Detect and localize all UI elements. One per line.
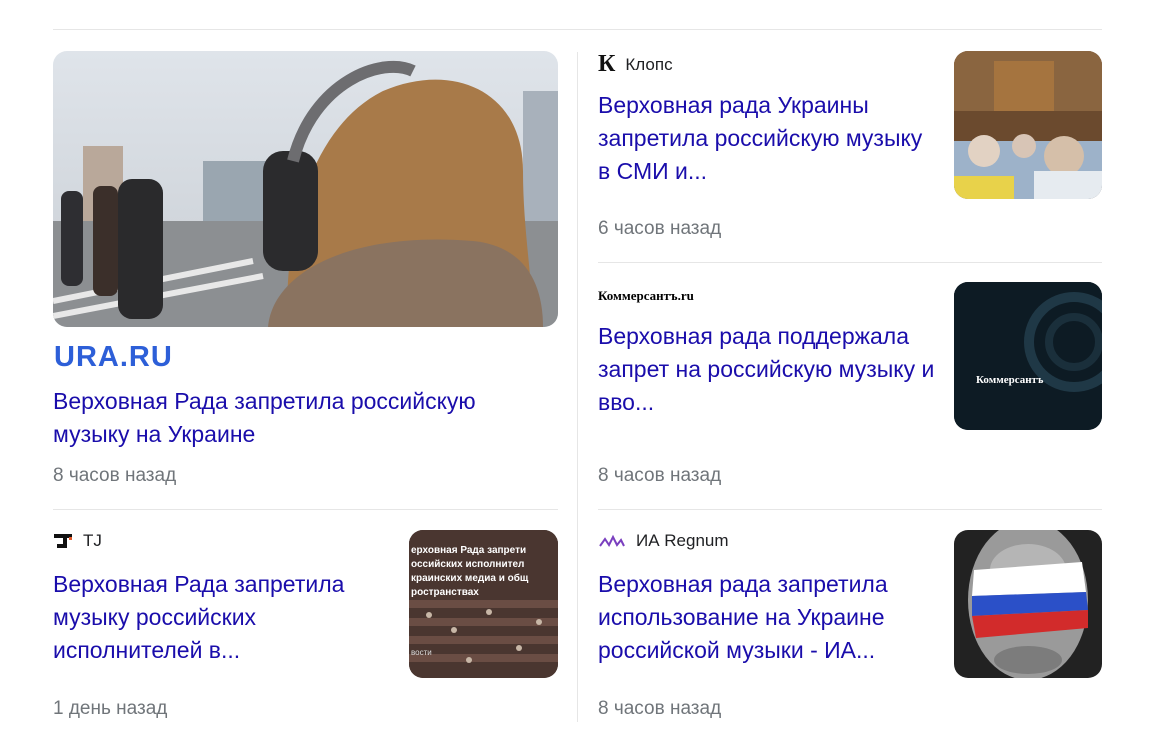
klops-logo-icon: К (598, 51, 616, 77)
tj-thumb-footer: вости (411, 648, 432, 657)
ura-headline-link[interactable]: Верховная Рада запретила российскую музы… (53, 385, 553, 451)
source-tj[interactable]: TJ (53, 531, 102, 551)
tj-timestamp: 1 день назад (53, 698, 168, 719)
column-divider (577, 52, 578, 722)
kommersant-logo-text: Коммерсантъ.ru (598, 288, 694, 303)
source-kommersant[interactable]: Коммерсантъ.ru (598, 288, 694, 304)
ura-timestamp: 8 часов назад (53, 465, 177, 486)
tj-thumb-caption: ерховная Рада запрети оссийских исполнит… (411, 544, 528, 600)
klops-thumbnail[interactable] (954, 51, 1102, 199)
tj-thumb-line: ерховная Рада запрети (411, 545, 527, 556)
tj-thumbnail[interactable]: ерховная Рада запрети оссийских исполнит… (409, 530, 558, 678)
source-name: ИА Regnum (636, 531, 729, 550)
kommersant-headline-link[interactable]: Верховная рада поддержала запрет на росс… (598, 320, 938, 419)
kommersant-thumb-text: Коммерсантъ (976, 374, 1044, 386)
tj-thumb-line: ространствах (411, 587, 479, 598)
row-divider-right-1 (598, 262, 1102, 263)
source-klops[interactable]: К Клопс (598, 51, 673, 78)
tj-thumb-line: краинских медиа и общ (411, 573, 529, 584)
klops-headline-link[interactable]: Верховная рада Украины запретила российс… (598, 89, 928, 188)
regnum-logo-icon (598, 531, 626, 551)
regnum-timestamp: 8 часов назад (598, 698, 722, 719)
klops-timestamp: 6 часов назад (598, 218, 722, 239)
tj-headline-link[interactable]: Верховная Рада запретила музыку российск… (53, 568, 393, 667)
row-divider-left (53, 509, 558, 510)
source-name: TJ (83, 531, 102, 550)
source-name: Клопс (625, 54, 673, 74)
tj-thumb-line: оссийских исполнител (411, 559, 525, 570)
tj-logo-icon (53, 531, 73, 551)
top-divider (53, 29, 1102, 30)
source-regnum[interactable]: ИА Regnum (598, 531, 729, 551)
kommersant-timestamp: 8 часов назад (598, 465, 722, 486)
ura-news-image[interactable] (53, 51, 558, 327)
ura-ru-logo[interactable]: URA.RU (54, 341, 173, 374)
row-divider-right-2 (598, 509, 1102, 510)
regnum-headline-link[interactable]: Верховная рада запретила использование н… (598, 568, 938, 667)
regnum-thumbnail[interactable] (954, 530, 1102, 678)
kommersant-thumbnail[interactable]: Коммерсантъ (954, 282, 1102, 430)
